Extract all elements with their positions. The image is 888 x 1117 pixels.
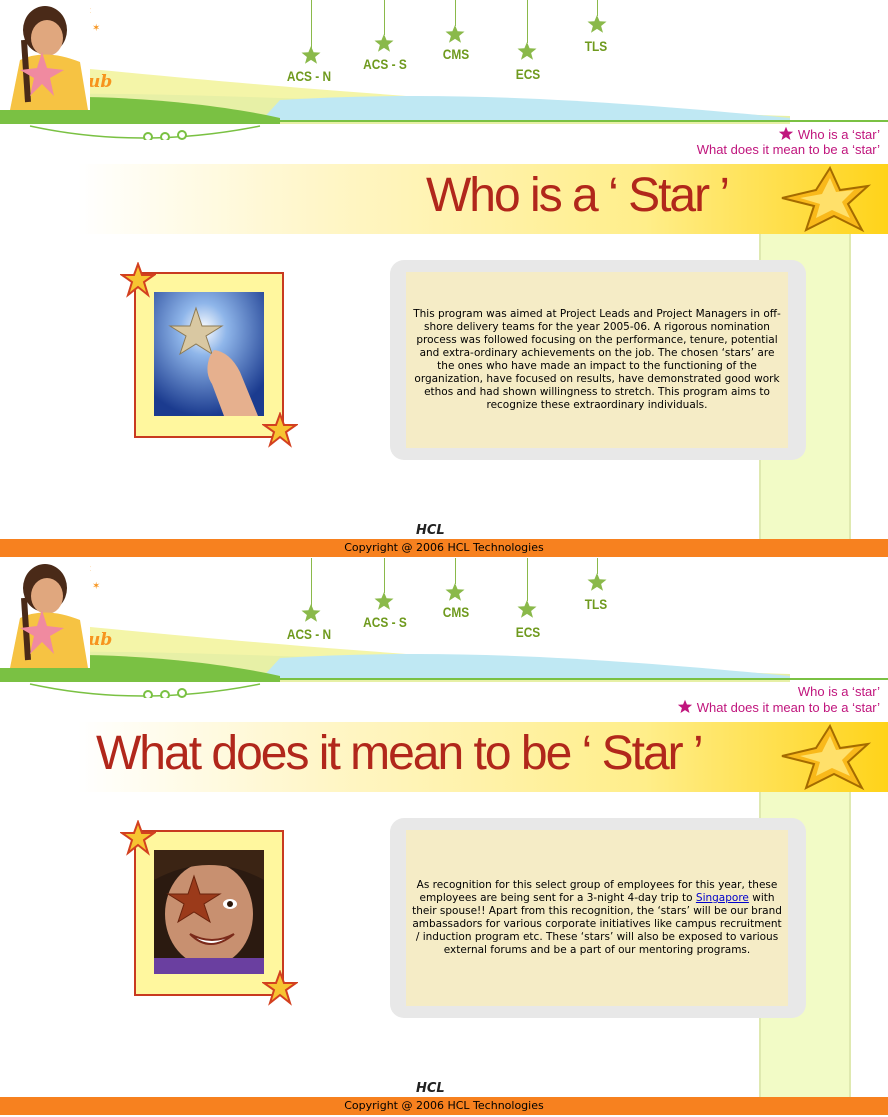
- hcl-logo-text: HCL: [416, 523, 445, 536]
- girl-with-starfish-image: [0, 558, 90, 668]
- svg-text:✶: ✶: [92, 581, 100, 592]
- corner-star-icon: [262, 970, 298, 1006]
- singapore-link[interactable]: Singapore: [696, 892, 749, 904]
- page-title: Who is a ‘ Star ’: [426, 169, 730, 222]
- nav-star-icon: [374, 592, 394, 610]
- hcl-logo[interactable]: HCL: [414, 1080, 474, 1094]
- nav-star-icon: [301, 604, 321, 622]
- content-box: As recognition for this select group of …: [390, 818, 806, 1018]
- footer: Copyright @ 2006 HCL Technologies: [0, 1097, 888, 1115]
- nav-star-icon: [517, 42, 537, 60]
- corner-star-icon: [262, 412, 298, 448]
- svg-text:✶: ✶: [92, 23, 100, 34]
- nav-star-icon: [374, 34, 394, 52]
- quick-links: Who is a ‘star’ What does it mean to be …: [677, 684, 880, 715]
- header: ✶ ✶ ✶ ✶ Star Club ACS - N ACS - S CMS EC…: [0, 0, 888, 140]
- nav-star-icon: [587, 573, 607, 591]
- nav-item-ecs[interactable]: ECS: [516, 66, 540, 82]
- link-who-is-a-star[interactable]: Who is a ‘star’: [677, 684, 880, 699]
- nav-string: [455, 0, 456, 26]
- link-label: Who is a ‘star’: [797, 684, 880, 699]
- content-box: This program was aimed at Project Leads …: [390, 260, 806, 460]
- section-banner: Who is a ‘ Star ’: [78, 164, 888, 234]
- nav-item-ecs[interactable]: ECS: [516, 624, 540, 640]
- active-star-icon: [778, 126, 793, 141]
- nav-star-icon: [445, 583, 465, 601]
- link-what-does-it-mean[interactable]: What does it mean to be a ‘star’: [697, 142, 880, 157]
- copyright-text: Copyright @ 2006 HCL Technologies: [344, 541, 544, 554]
- nav-item-tls[interactable]: TLS: [585, 596, 607, 612]
- content-box-inner: As recognition for this select group of …: [406, 830, 788, 1006]
- link-label: What does it mean to be a ‘star’: [696, 700, 880, 715]
- quick-links: Who is a ‘star’ What does it mean to be …: [697, 126, 880, 157]
- nav-star-icon: [587, 15, 607, 33]
- hand-holding-starfish-photo: [154, 292, 264, 416]
- nav-string: [455, 558, 456, 584]
- nav-item-acs-n[interactable]: ACS - N: [287, 68, 331, 84]
- page-title: What does it mean to be ‘ Star ’: [96, 727, 704, 780]
- footer: Copyright @ 2006 HCL Technologies: [0, 539, 888, 557]
- body-paragraph: As recognition for this select group of …: [406, 879, 788, 957]
- nav-item-cms[interactable]: CMS: [443, 604, 469, 620]
- girl-with-starfish-image: [0, 0, 90, 110]
- nav-string: [311, 558, 312, 606]
- nav-string: [384, 0, 385, 35]
- section-banner: What does it mean to be ‘ Star ’: [78, 722, 888, 792]
- page-what-does-it-mean: ✶ ✶ ✶ ✶ Star Club ACS - N ACS - S CMS EC…: [0, 558, 888, 1115]
- child-with-starfish-photo: [154, 850, 264, 974]
- nav-star-icon: [301, 46, 321, 64]
- corner-star-icon: [120, 262, 156, 298]
- link-label: What does it mean to be a ‘star’: [696, 142, 880, 157]
- gold-star-icon: [781, 723, 872, 791]
- nav-star-icon: [445, 25, 465, 43]
- hcl-logo-text: HCL: [416, 1081, 445, 1094]
- link-what-does-it-mean[interactable]: What does it mean to be a ‘star’: [677, 699, 880, 715]
- nav-string: [527, 0, 528, 43]
- nav-item-acs-n[interactable]: ACS - N: [287, 626, 331, 642]
- gold-star-icon: [781, 165, 872, 233]
- nav-item-tls[interactable]: TLS: [585, 38, 607, 54]
- nav-item-acs-s[interactable]: ACS - S: [363, 614, 407, 630]
- nav-item-cms[interactable]: CMS: [443, 46, 469, 62]
- corner-star-icon: [120, 820, 156, 856]
- body-paragraph: This program was aimed at Project Leads …: [413, 308, 781, 411]
- header: ✶ ✶ ✶ ✶ Star Club ACS - N ACS - S CMS EC…: [0, 558, 888, 698]
- nav-item-acs-s[interactable]: ACS - S: [363, 56, 407, 72]
- photo-frame: [120, 262, 298, 448]
- hcl-logo[interactable]: HCL: [414, 522, 474, 536]
- nav-star-icon: [517, 600, 537, 618]
- content-box-inner: This program was aimed at Project Leads …: [406, 272, 788, 448]
- nav-string: [527, 558, 528, 601]
- header-swoosh: [0, 60, 888, 140]
- link-who-is-a-star[interactable]: Who is a ‘star’: [697, 126, 880, 142]
- header-swoosh: [0, 618, 888, 698]
- active-star-icon: [677, 699, 692, 714]
- photo-frame: [120, 820, 298, 1006]
- page-who-is-a-star: ✶ ✶ ✶ ✶ Star Club ACS - N ACS - S CMS EC…: [0, 0, 888, 557]
- copyright-text: Copyright @ 2006 HCL Technologies: [344, 1099, 544, 1112]
- nav-string: [384, 558, 385, 593]
- nav-string: [311, 0, 312, 48]
- link-label: Who is a ‘star’: [797, 127, 880, 142]
